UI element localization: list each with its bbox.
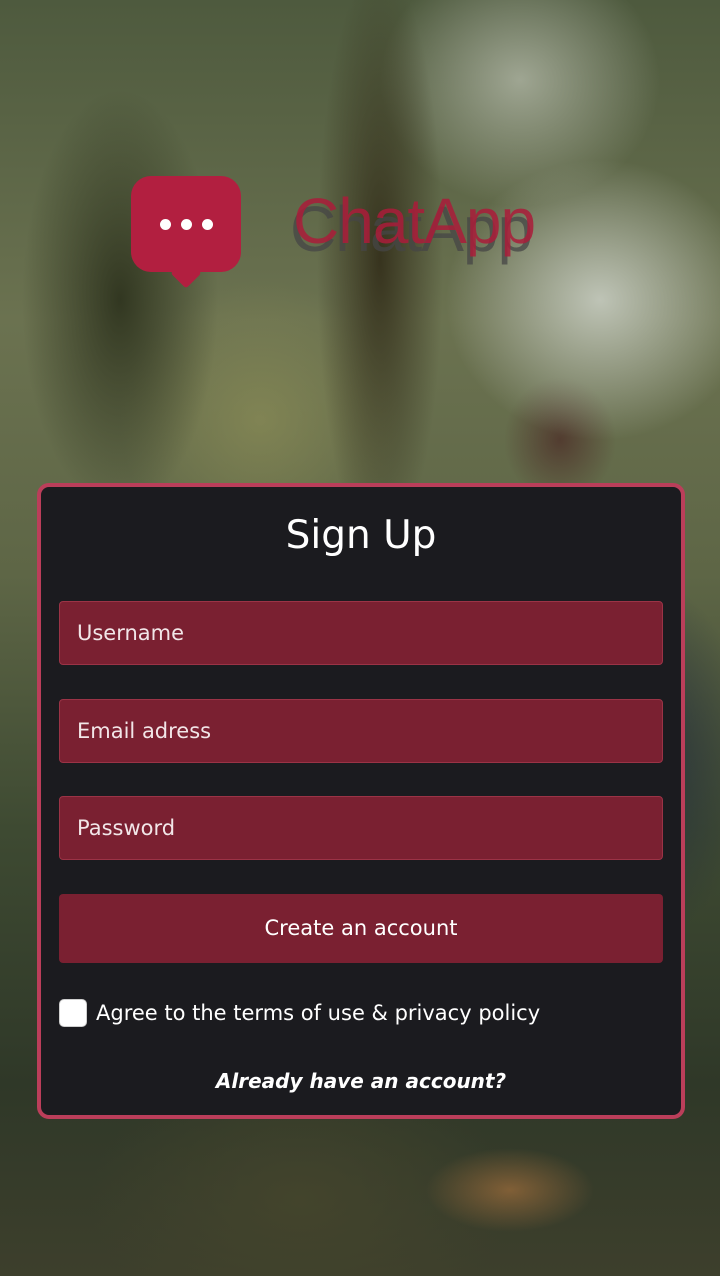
terms-label[interactable]: Agree to the terms of use & privacy poli… — [96, 1001, 540, 1025]
login-link[interactable]: Already have an account? — [41, 1069, 681, 1093]
password-input[interactable] — [59, 796, 663, 860]
username-input[interactable] — [59, 601, 663, 665]
chat-bubble-logo-icon — [131, 176, 241, 289]
signup-card: Sign Up Create an account Agree to the t… — [37, 483, 685, 1119]
terms-checkbox[interactable] — [59, 999, 87, 1027]
email-input[interactable] — [59, 699, 663, 763]
ellipsis-icon — [131, 219, 241, 230]
terms-agreement: Agree to the terms of use & privacy poli… — [59, 999, 540, 1027]
page-title: Sign Up — [285, 513, 437, 558]
brand-name: ChatApp — [293, 185, 536, 257]
chat-bubble-tail — [170, 257, 202, 289]
create-account-button[interactable]: Create an account — [59, 894, 663, 963]
